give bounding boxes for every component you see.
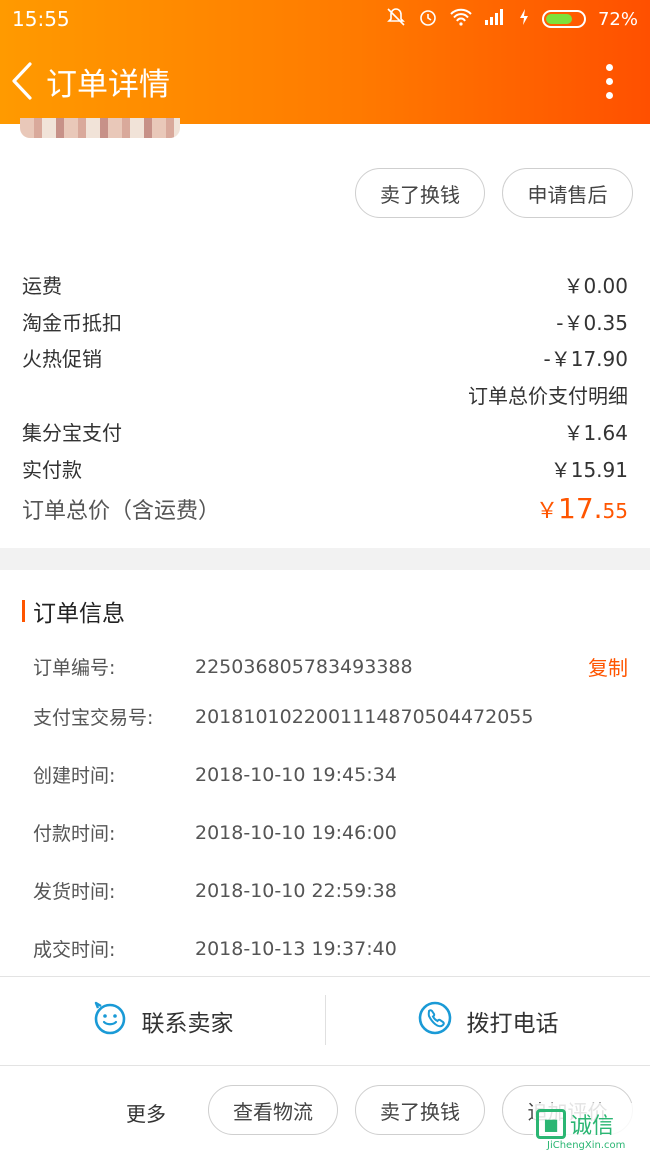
order-total-value: ￥17.55 [536,492,628,525]
heading-accent-bar [22,600,25,622]
info-value: 2018101022001114870504472055 [195,705,534,728]
mute-icon [386,7,406,32]
order-info-title: 订单信息 [33,601,125,627]
sell-for-money-button[interactable]: 卖了换钱 [355,168,485,218]
status-time: 15:55 [12,7,70,31]
info-label: 支付宝交易号: [33,707,154,729]
info-label: 创建时间: [33,765,116,787]
info-value: 2018-10-13 19:37:40 [195,937,397,960]
fee-row-promotion: 火热促销 -￥17.90 [22,343,628,372]
signal-icon [484,8,506,31]
phone-icon [417,1000,453,1042]
fee-value: ￥1.64 [563,421,628,445]
info-row-created-time: 创建时间: 2018-10-10 19:45:34 [33,761,628,788]
contact-separator [325,995,326,1045]
more-options-button[interactable]: 更多 [126,1098,166,1127]
info-row-completed-time: 成交时间: 2018-10-13 19:37:40 [33,935,628,962]
watermark-logo: ■ 诚信 [536,1108,614,1140]
watermark-text: 诚信 [570,1114,615,1139]
fee-row-shipping: 运费 ￥0.00 [22,270,628,299]
fee-row-coin-discount: 淘金币抵扣 -￥0.35 [22,307,628,336]
fee-row-actual-paid: 实付款 ￥15.91 [22,454,628,483]
info-value: 2018-10-10 19:45:34 [195,763,397,786]
fee-label: 实付款 [22,458,82,482]
more-menu-icon[interactable] [606,63,614,99]
info-row-shipped-time: 发货时间: 2018-10-10 22:59:38 [33,877,628,904]
currency-symbol: ￥ [536,499,559,524]
contact-seller-label: 联系卖家 [141,1011,234,1037]
watermark-url: JiChengXin.com [547,1140,626,1151]
info-value: 2018-10-10 19:46:00 [195,821,397,844]
info-label: 付款时间: [33,823,116,845]
fee-label: 淘金币抵扣 [22,311,122,335]
sell-for-money-button[interactable]: 卖了换钱 [355,1085,485,1135]
battery-percent: 72% [597,8,638,30]
battery-icon [541,10,586,28]
request-after-sale-button[interactable]: 申请售后 [502,168,633,218]
info-label: 发货时间: [33,881,116,903]
order-total-row: 订单总价（含运费） ￥17.55 [22,492,628,525]
back-arrow-icon[interactable] [10,59,40,103]
call-phone-label: 拨打电话 [466,1011,559,1037]
info-value: 225036805783493388 [195,655,413,678]
fee-value: -￥17.90 [543,347,628,371]
watermark-badge-icon: ■ [536,1109,566,1139]
info-row-alipay-trade-no: 支付宝交易号: 2018101022001114870504472055 [33,703,628,730]
fee-value: ￥0.00 [563,274,628,298]
fee-value: ￥15.91 [550,458,628,482]
charging-icon [518,8,530,31]
wifi-icon [450,8,472,31]
fee-row-points-payment: 集分宝支付 ￥1.64 [22,417,628,446]
call-phone-button[interactable]: 拨打电话 [325,977,650,1065]
alarm-icon [418,7,438,32]
order-total-label: 订单总价（含运费） [22,499,221,524]
info-label: 订单编号: [33,657,116,679]
info-row-order-number: 订单编号: 225036805783493388 复制 [33,652,628,681]
section-divider [0,548,650,570]
total-integer: 17. [558,492,603,525]
fee-label: 运费 [22,274,62,298]
product-thumbnail[interactable] [20,118,180,138]
page-title: 订单详情 [46,66,170,103]
view-logistics-button[interactable]: 查看物流 [208,1085,338,1135]
fee-label: 火热促销 [22,347,102,371]
chat-smile-icon [92,1000,128,1042]
status-bar: 15:55 72% [0,0,650,38]
battery-level [545,14,572,24]
header-bar: 15:55 72% 订单详情 [0,0,650,124]
payment-detail-link[interactable]: 订单总价支付明细 [468,380,628,409]
copy-button[interactable]: 复制 [588,652,628,681]
info-value: 2018-10-10 22:59:38 [195,879,397,902]
fee-value: -￥0.35 [556,311,628,335]
contact-seller-button[interactable]: 联系卖家 [0,977,325,1065]
total-decimal: 55 [602,499,628,523]
order-info-heading: 订单信息 [22,594,125,628]
info-row-paid-time: 付款时间: 2018-10-10 19:46:00 [33,819,628,846]
info-label: 成交时间: [33,939,116,961]
nav-bar: 订单详情 [0,38,650,124]
fee-label: 集分宝支付 [22,421,122,445]
